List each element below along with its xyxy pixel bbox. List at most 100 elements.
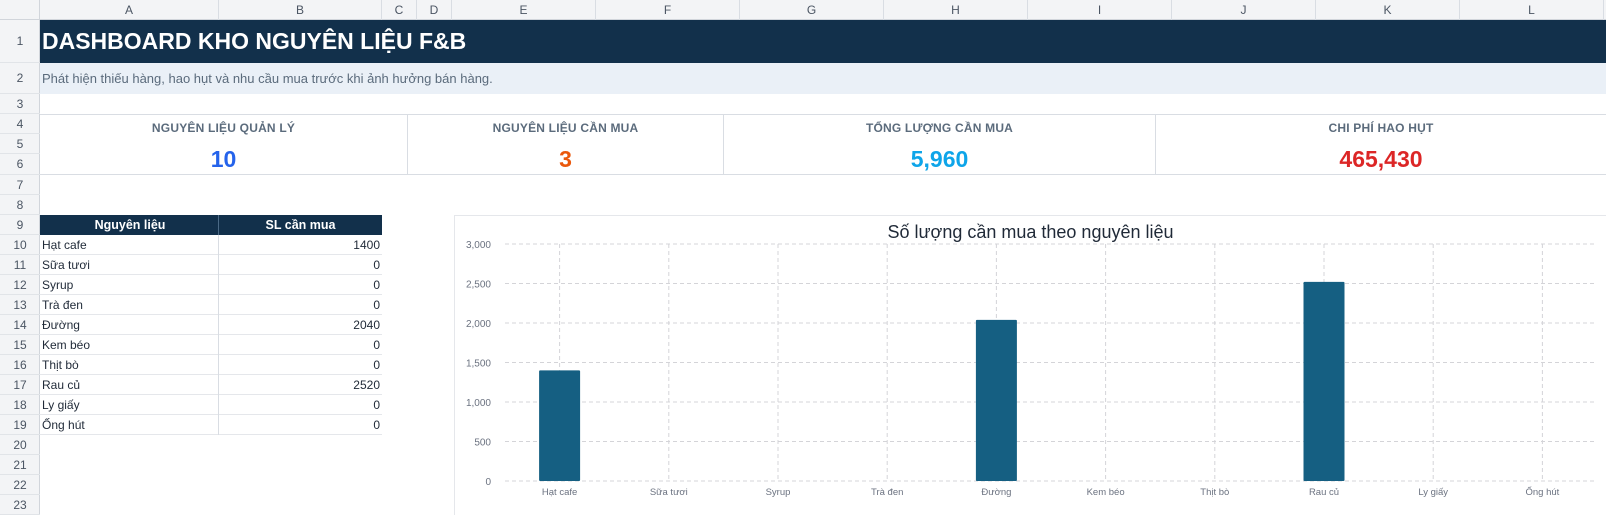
material-name-cell[interactable]: Ống hút	[40, 415, 219, 435]
x-tick-label: Thịt bò	[1200, 487, 1229, 498]
row-header-13[interactable]: 13	[0, 295, 40, 315]
column-header-h[interactable]: H	[884, 0, 1028, 20]
select-all-corner[interactable]	[0, 0, 40, 20]
column-header-bar: ABCDEFGHIJKL	[0, 0, 1606, 20]
purchase-qty-cell[interactable]: 0	[219, 395, 382, 415]
column-header-material[interactable]: Nguyên liệu	[40, 215, 219, 235]
row-header-18[interactable]: 18	[0, 395, 40, 415]
table-row[interactable]: Thịt bò 0	[40, 355, 382, 375]
row-header-11[interactable]: 11	[0, 255, 40, 275]
y-tick-label: 2,500	[466, 280, 491, 291]
table-row[interactable]: Ống hút 0	[40, 415, 382, 435]
table-header-row: Nguyên liệu SL cần mua	[40, 215, 382, 235]
y-tick-label: 1,500	[466, 359, 491, 370]
table-row[interactable]: Syrup 0	[40, 275, 382, 295]
row-header-3[interactable]: 3	[0, 94, 40, 114]
column-header-i[interactable]: I	[1028, 0, 1172, 20]
table-row[interactable]: Ly giấy 0	[40, 395, 382, 415]
purchase-qty-cell[interactable]: 1400	[219, 235, 382, 255]
column-header-g[interactable]: G	[740, 0, 884, 20]
row-header-4[interactable]: 4	[0, 114, 40, 134]
row-header-10[interactable]: 10	[0, 235, 40, 255]
x-tick-label: Đường	[981, 487, 1011, 498]
kpi-loss-cost[interactable]: CHI PHÍ HAO HỤT 465,430	[1156, 115, 1606, 175]
bar-7[interactable]	[1303, 281, 1345, 481]
kpi-label: TỔNG LƯỢNG CẦN MUA	[865, 121, 1014, 135]
column-header-e[interactable]: E	[452, 0, 596, 20]
row-header-23[interactable]: 23	[0, 495, 40, 515]
table-row[interactable]: Đường 2040	[40, 315, 382, 335]
purchase-qty-cell[interactable]: 0	[219, 255, 382, 275]
purchase-qty-cell[interactable]: 0	[219, 295, 382, 315]
purchase-qty-cell[interactable]: 0	[219, 335, 382, 355]
row-header-8[interactable]: 8	[0, 195, 40, 215]
material-name-cell[interactable]: Syrup	[40, 275, 219, 295]
table-row[interactable]: Trà đen 0	[40, 295, 382, 315]
material-name-cell[interactable]: Kem béo	[40, 335, 219, 355]
y-tick-label: 1,000	[466, 398, 491, 409]
row-header-bar: 1 2 3 4 5 6 7 8 9 10 11 12 13 14 15 16 17 18 19 20 21 22 23	[0, 20, 40, 515]
column-header-d[interactable]: D	[417, 0, 452, 20]
material-name-cell[interactable]: Sữa tươi	[40, 255, 219, 275]
purchase-qty-cell[interactable]: 0	[219, 275, 382, 295]
y-tick-label: 0	[485, 477, 491, 488]
table-row[interactable]: Sữa tươi 0	[40, 255, 382, 275]
row-header-7[interactable]: 7	[0, 175, 40, 195]
chart-plot: 0 500 1,000 1,500 2,000 2,500 3,000 Hạt cafe Sữa…	[466, 240, 1597, 498]
column-header-k[interactable]: K	[1316, 0, 1460, 20]
material-name-cell[interactable]: Ly giấy	[40, 395, 219, 415]
purchase-qty-cell[interactable]: 0	[219, 415, 382, 435]
column-header-l[interactable]: L	[1460, 0, 1604, 20]
material-name-cell[interactable]: Thịt bò	[40, 355, 219, 375]
material-name-cell[interactable]: Đường	[40, 315, 219, 335]
kpi-value: 3	[559, 146, 572, 172]
row-header-19[interactable]: 19	[0, 415, 40, 435]
purchase-qty-cell[interactable]: 0	[219, 355, 382, 375]
kpi-managed-materials[interactable]: NGUYÊN LIỆU QUẢN LÝ 10	[40, 115, 408, 175]
kpi-label: CHI PHÍ HAO HỤT	[1328, 121, 1434, 135]
x-tick-label: Sữa tươi	[650, 487, 688, 498]
row-header-9[interactable]: 9	[0, 215, 40, 235]
kpi-row: NGUYÊN LIỆU QUẢN LÝ 10 NGUYÊN LIỆU CẦN M…	[40, 114, 1606, 175]
purchase-qty-cell[interactable]: 2520	[219, 375, 382, 395]
material-name-cell[interactable]: Trà đen	[40, 295, 219, 315]
column-header-j[interactable]: J	[1172, 0, 1316, 20]
table-row[interactable]: Hạt cafe 1400	[40, 235, 382, 255]
kpi-label: NGUYÊN LIỆU QUẢN LÝ	[151, 121, 296, 135]
row-header-14[interactable]: 14	[0, 315, 40, 335]
column-header-b[interactable]: B	[219, 0, 382, 20]
row-header-6[interactable]: 6	[0, 154, 40, 175]
column-header-c[interactable]: C	[382, 0, 417, 20]
x-tick-label: Syrup	[766, 487, 791, 498]
column-header-a[interactable]: A	[40, 0, 219, 20]
row-header-1[interactable]: 1	[0, 20, 40, 63]
x-tick-label: Kem béo	[1087, 487, 1125, 498]
y-tick-label: 3,000	[466, 240, 491, 251]
row-header-2[interactable]: 2	[0, 63, 40, 94]
table-row[interactable]: Kem béo 0	[40, 335, 382, 355]
row-header-21[interactable]: 21	[0, 455, 40, 475]
row-header-20[interactable]: 20	[0, 435, 40, 455]
material-name-cell[interactable]: Rau củ	[40, 375, 219, 395]
row-header-15[interactable]: 15	[0, 335, 40, 355]
table-row[interactable]: Rau củ 2520	[40, 375, 382, 395]
kpi-materials-to-buy[interactable]: NGUYÊN LIỆU CẦN MUA 3	[408, 115, 724, 175]
purchase-qty-chart[interactable]: Số lượng cần mua theo nguyên liệu 0 500 1,…	[454, 215, 1606, 515]
x-tick-label: Ống hút	[1525, 486, 1559, 498]
column-header-qty[interactable]: SL cần mua	[219, 215, 382, 235]
row-header-16[interactable]: 16	[0, 355, 40, 375]
row-header-22[interactable]: 22	[0, 475, 40, 495]
kpi-value: 465,430	[1339, 146, 1423, 172]
row-header-17[interactable]: 17	[0, 375, 40, 395]
bar-0[interactable]	[539, 370, 581, 481]
kpi-value: 10	[210, 146, 237, 172]
column-header-f[interactable]: F	[596, 0, 740, 20]
purchase-qty-cell[interactable]: 2040	[219, 315, 382, 335]
row-header-12[interactable]: 12	[0, 275, 40, 295]
bar-4[interactable]	[975, 319, 1017, 481]
materials-table: Nguyên liệu SL cần mua Hạt cafe 1400 Sữa t…	[40, 215, 382, 435]
x-tick-label: Rau củ	[1309, 487, 1339, 498]
row-header-5[interactable]: 5	[0, 134, 40, 154]
material-name-cell[interactable]: Hạt cafe	[40, 235, 219, 255]
kpi-total-purchase-qty[interactable]: TỔNG LƯỢNG CẦN MUA 5,960	[724, 115, 1156, 175]
